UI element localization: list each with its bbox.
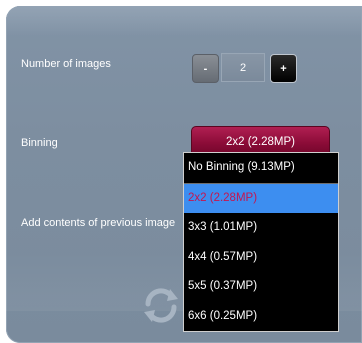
binning-dropdown-list: No Binning (9.13MP) 2x2 (2.28MP) 3x3 (1.…: [183, 152, 339, 332]
refresh-icon[interactable]: [140, 286, 182, 324]
image-count-field[interactable]: 2: [221, 53, 265, 82]
plus-icon: +: [280, 62, 287, 75]
add-contents-label: Add contents of previous image: [21, 217, 176, 229]
minus-icon: -: [203, 62, 208, 75]
binning-option[interactable]: 5x5 (0.37MP): [184, 272, 338, 302]
binning-option[interactable]: No Binning (9.13MP): [184, 153, 338, 184]
binning-option-selected[interactable]: 2x2 (2.28MP): [184, 183, 338, 213]
binning-option[interactable]: 3x3 (1.01MP): [184, 213, 338, 243]
binning-label: Binning: [21, 137, 58, 149]
binning-option[interactable]: 4x4 (0.57MP): [184, 243, 338, 273]
increment-button[interactable]: +: [270, 54, 297, 83]
number-of-images-label: Number of images: [21, 58, 111, 70]
decrement-button[interactable]: -: [192, 54, 219, 83]
binning-option[interactable]: 6x6 (0.25MP): [184, 302, 338, 332]
